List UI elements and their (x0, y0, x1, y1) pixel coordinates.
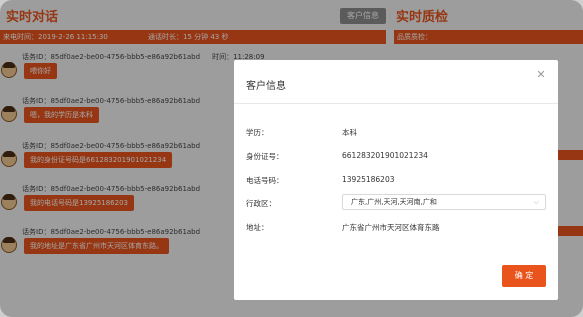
app-window: 实时对话 客户信息 来电时间：2019-2-26 11:15:30 通话时长：1… (0, 0, 583, 317)
region-select[interactable]: 广东,广州,天河,天河南,广和 ⌵ (342, 194, 546, 210)
phone-label: 电话号码： (246, 176, 284, 185)
customer-info-modal: 客户信息 ✕ 学历： 本科 身份证号： 661283201901021234 电… (234, 60, 558, 300)
confirm-button[interactable]: 确 定 (502, 265, 546, 287)
id-number-label: 身份证号： (246, 152, 284, 161)
address-value: 广东省广州市天河区体育东路 (342, 223, 440, 232)
region-select-value: 广东,广州,天河,天河南,广和 (351, 198, 437, 206)
modal-header: 客户信息 ✕ (234, 60, 558, 104)
chevron-down-icon: ⌵ (533, 198, 539, 206)
education-label: 学历： (246, 128, 269, 137)
address-label: 地址： (246, 223, 269, 232)
education-value: 本科 (342, 128, 357, 137)
close-icon[interactable]: ✕ (534, 68, 548, 82)
region-label: 行政区： (246, 199, 276, 208)
id-number-value: 661283201901021234 (342, 151, 428, 160)
modal-title: 客户信息 (246, 81, 286, 92)
phone-value: 13925186203 (342, 175, 395, 184)
